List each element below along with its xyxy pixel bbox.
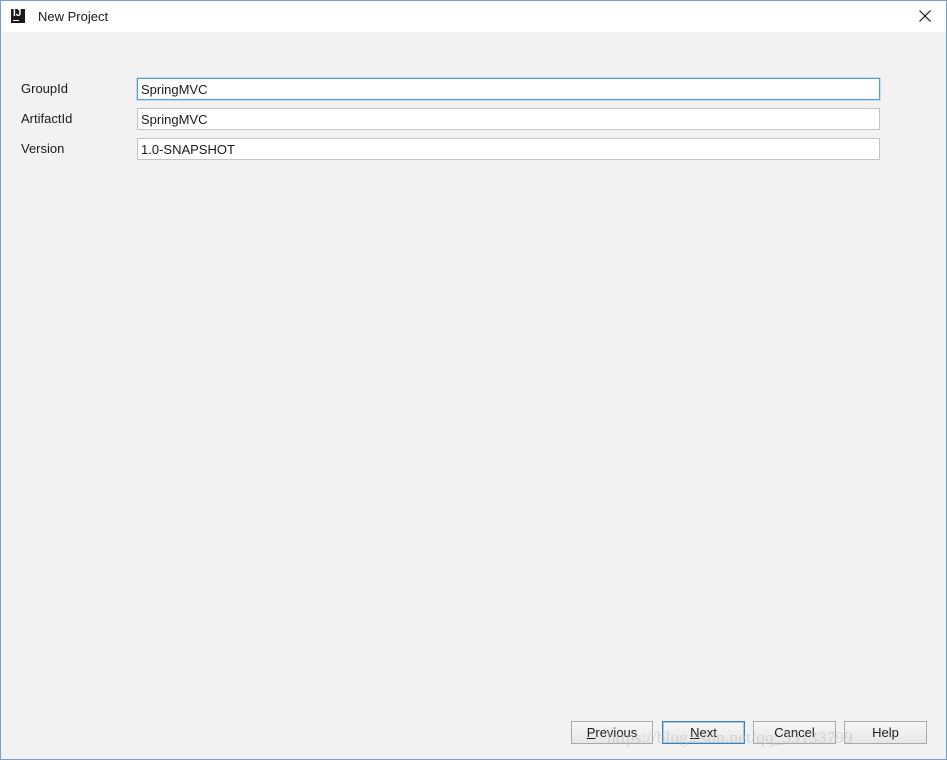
help-label: Help [872, 725, 899, 740]
previous-button[interactable]: Previous [571, 721, 653, 744]
dialog-content: GroupId ArtifactId Version Previous Next… [9, 32, 940, 754]
title-bar: IJ New Project [1, 1, 946, 32]
close-button[interactable] [909, 1, 941, 31]
close-icon [919, 10, 931, 22]
cancel-button[interactable]: Cancel [753, 721, 836, 744]
window-title: New Project [38, 9, 109, 24]
artifactid-input[interactable] [137, 108, 880, 130]
help-button[interactable]: Help [844, 721, 927, 744]
version-row: Version [9, 138, 940, 160]
new-project-dialog: IJ New Project GroupId ArtifactId Versio… [0, 0, 947, 760]
next-button[interactable]: Next [662, 721, 745, 744]
artifactid-label: ArtifactId [21, 111, 73, 126]
groupid-label: GroupId [21, 81, 68, 96]
next-mnemonic: N [690, 725, 700, 740]
intellij-idea-icon: IJ [11, 8, 25, 23]
next-label-rest: ext [699, 725, 717, 740]
groupid-row: GroupId [9, 78, 940, 100]
version-label: Version [21, 141, 65, 156]
previous-label-rest: revious [595, 725, 638, 740]
groupid-input[interactable] [137, 78, 880, 100]
version-input[interactable] [137, 138, 880, 160]
artifactid-row: ArtifactId [9, 108, 940, 130]
cancel-label: Cancel [774, 725, 815, 740]
